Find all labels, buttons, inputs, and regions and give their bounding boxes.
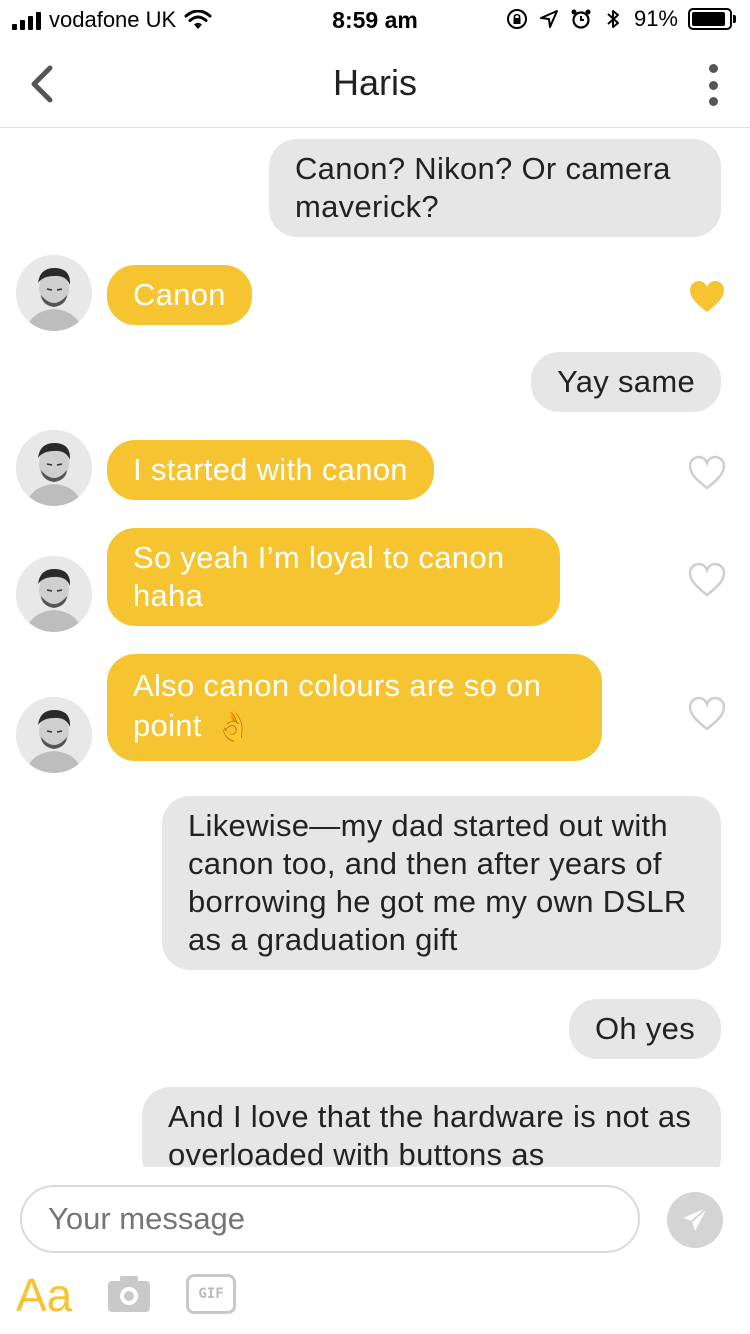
avatar[interactable]	[16, 556, 92, 632]
heart-liked-icon[interactable]	[688, 279, 726, 315]
nav-bar: Haris	[0, 40, 750, 128]
heart-outline-icon[interactable]	[688, 696, 726, 732]
bluetooth-icon	[607, 10, 619, 28]
message-text: Also canon colours are so on point	[133, 668, 542, 743]
message-thread[interactable]: Canon? Nikon? Or camera maverick? Canon …	[0, 129, 750, 1167]
send-icon	[683, 1207, 708, 1231]
incoming-message: I started with canon	[107, 440, 434, 500]
avatar[interactable]	[16, 697, 92, 773]
send-button[interactable]	[667, 1192, 723, 1248]
conversation-title: Haris	[332, 62, 417, 103]
camera-icon[interactable]	[106, 1274, 152, 1314]
outgoing-message: Oh yes	[568, 999, 721, 1059]
outgoing-message: Canon? Nikon? Or camera maverick?	[269, 139, 721, 237]
gif-button[interactable]: GIF	[186, 1274, 236, 1314]
location-arrow-icon	[539, 10, 558, 28]
status-bar: vodafone UK 8:59 am 91%	[0, 0, 750, 40]
alarm-icon	[571, 9, 591, 29]
incoming-message: So yeah I’m loyal to canon haha	[107, 528, 560, 626]
incoming-message: Canon	[107, 265, 252, 325]
message-input[interactable]	[20, 1185, 640, 1253]
incoming-message: Also canon colours are so on point 👌	[107, 654, 602, 761]
avatar[interactable]	[16, 255, 92, 331]
battery-icon	[688, 8, 736, 30]
heart-outline-icon[interactable]	[688, 455, 726, 491]
more-vertical-icon	[708, 64, 718, 73]
text-format-button[interactable]: Aa	[16, 1268, 72, 1322]
heart-outline-icon[interactable]	[688, 562, 726, 598]
status-right: 91%	[506, 6, 736, 32]
outgoing-message: Likewise—my dad started out with canon t…	[162, 796, 721, 970]
ok-hand-emoji: 👌	[214, 710, 253, 743]
more-options-button[interactable]	[698, 60, 728, 110]
outgoing-message: Yay same	[531, 352, 721, 412]
outgoing-message: And I love that the hardware is not as o…	[142, 1087, 721, 1167]
battery-percent: 91%	[633, 6, 678, 31]
rotation-lock-icon	[506, 9, 527, 29]
avatar[interactable]	[16, 430, 92, 506]
